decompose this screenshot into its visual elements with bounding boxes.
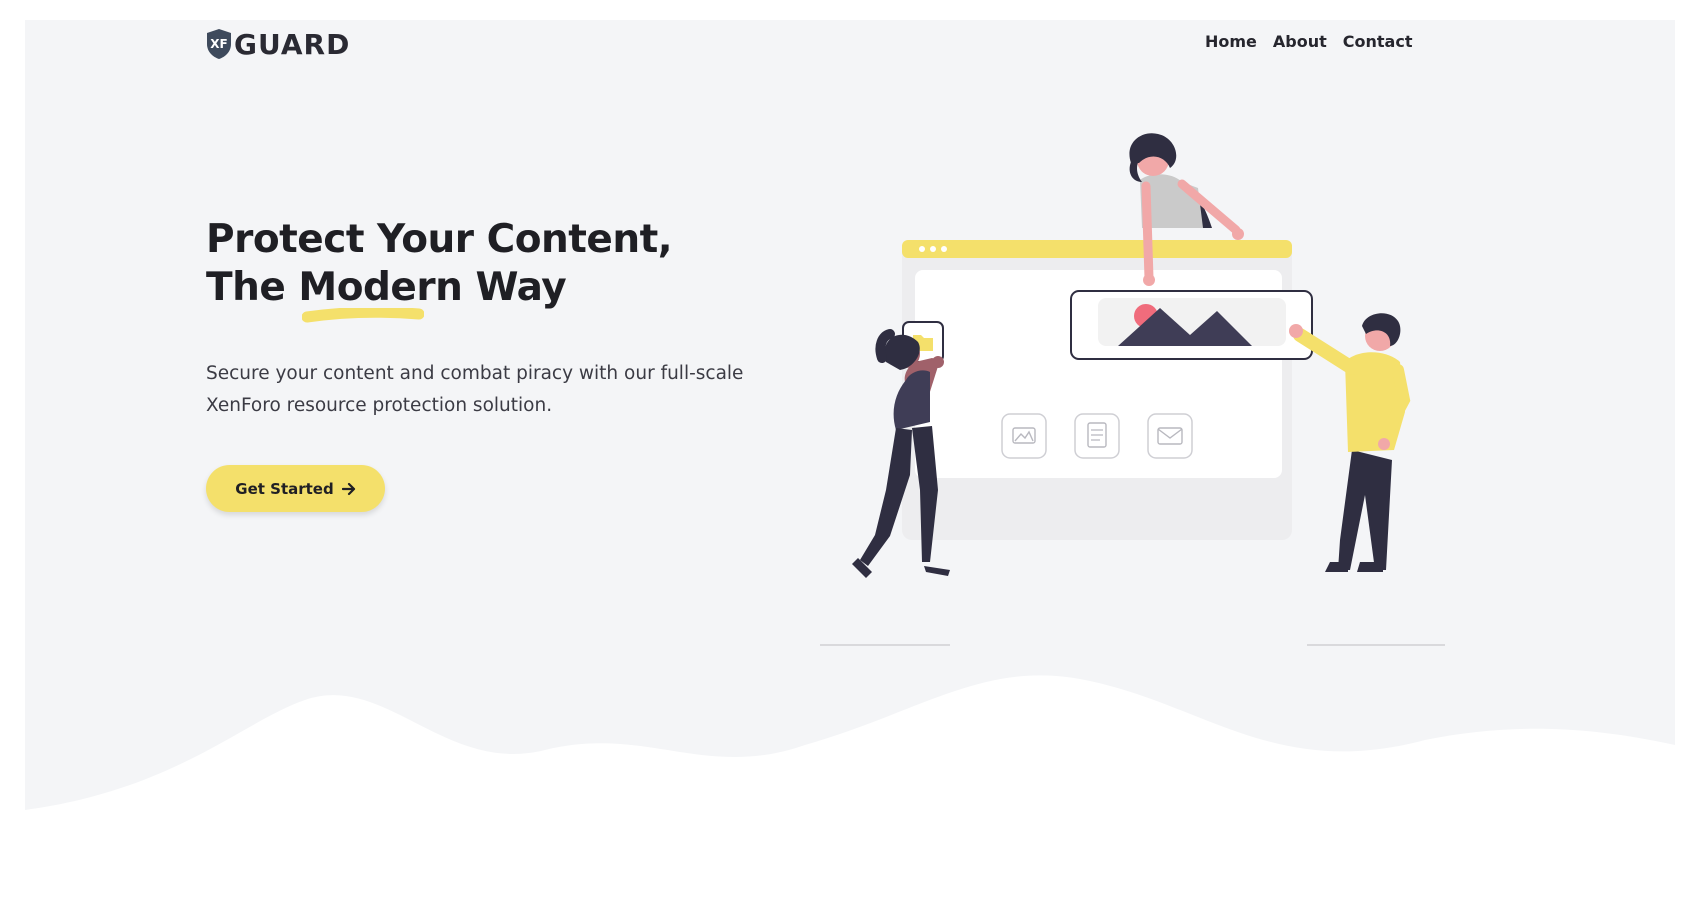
image-icon [1001, 413, 1047, 459]
shield-icon: XF [207, 29, 231, 59]
hero-title-highlight-word: Modern [298, 264, 463, 323]
image-card [1070, 290, 1313, 360]
document-icon [1074, 413, 1120, 459]
main-nav: Home About Contact [1205, 32, 1412, 51]
nav-about[interactable]: About [1273, 32, 1327, 51]
highlight-underline [302, 308, 425, 323]
arrow-right-icon [341, 482, 355, 495]
hero-illustration [820, 133, 1445, 646]
mail-icon [1147, 413, 1193, 459]
get-started-button[interactable]: Get Started [206, 465, 385, 512]
nav-contact[interactable]: Contact [1343, 32, 1413, 51]
hero-title-line1: Protect Your Content, [206, 217, 673, 262]
brand-name: GUARD [234, 27, 351, 61]
hero-title-highlight-text: Modern [298, 265, 463, 310]
hero-title-suffix: Way [462, 265, 567, 310]
get-started-label: Get Started [235, 479, 334, 498]
hero-title-line2: The Modern Way [206, 264, 672, 323]
hero-subtitle: Secure your content and combat piracy wi… [206, 363, 744, 416]
logo-badge: XF [210, 37, 227, 51]
nav-home[interactable]: Home [1205, 32, 1257, 51]
hero-title-prefix: The [206, 265, 299, 310]
hero-title: Protect Your Content, The Modern Way [206, 216, 673, 323]
hero-section: XF GUARD Home About Contact Protect Your… [25, 20, 1675, 820]
brand-logo[interactable]: XF GUARD [205, 27, 351, 61]
browser-window [902, 240, 1292, 540]
